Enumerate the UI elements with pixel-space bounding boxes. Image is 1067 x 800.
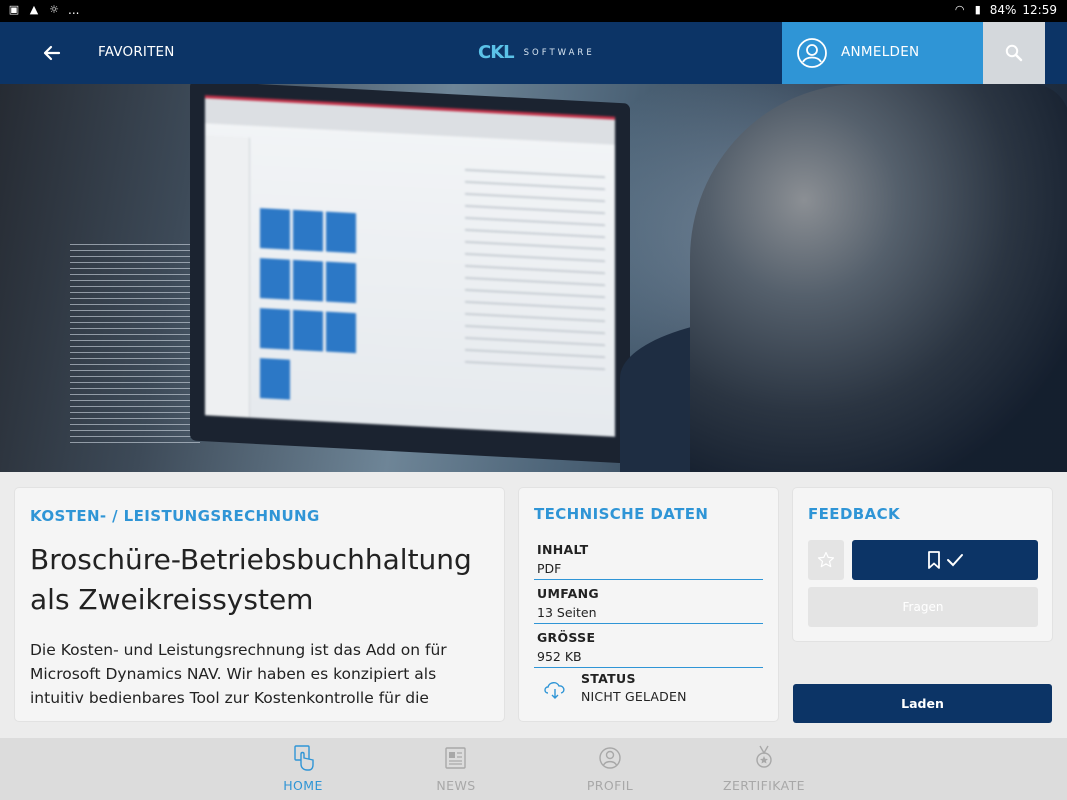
bookmark-check-icon (928, 551, 963, 569)
download-status: STATUS NICHT GELADEN (534, 670, 763, 710)
star-icon (817, 551, 835, 568)
profile-icon (599, 747, 621, 769)
tech-row-content: INHALT PDF (534, 538, 763, 580)
image-notification-icon: ▣ (8, 3, 20, 16)
logo-text: SOFTWARE (523, 47, 595, 58)
login-label: ANMELDEN (841, 44, 920, 60)
battery-percentage: 84% (989, 3, 1017, 17)
favorites-link[interactable]: FAVORITEN (98, 44, 175, 60)
category-label: KOSTEN- / LEISTUNGSRECHNUNG (30, 507, 320, 525)
tech-key: INHALT (537, 542, 589, 557)
search-icon (1005, 44, 1023, 62)
ckl-software-logo: CKL SOFTWARE (478, 42, 595, 63)
nav-label-certificates: ZERTIFIKATE (723, 778, 805, 793)
document-description: Die Kosten- und Leistungsrechnung ist da… (30, 641, 447, 707)
technical-data-heading: TECHNISCHE DATEN (534, 505, 709, 523)
tech-row-size-pages: UMFANG 13 Seiten (534, 582, 763, 624)
screen-illustration (205, 95, 615, 437)
status-key: STATUS (581, 671, 636, 686)
more-notifications: ... (68, 3, 80, 17)
technical-data-card: TECHNISCHE DATEN INHALT PDF UMFANG 13 Se… (519, 488, 778, 721)
touch-hand-icon (294, 745, 314, 771)
tech-key: GRÖSSE (537, 630, 596, 645)
medal-icon (756, 745, 772, 768)
nav-item-news[interactable]: NEWS (396, 738, 516, 800)
status-value: NICHT GELADEN (581, 689, 687, 704)
feedback-card: FEEDBACK Fragen (793, 488, 1052, 641)
document-info-card: KOSTEN- / LEISTUNGSRECHNUNG Broschüre-Be… (15, 488, 504, 721)
tech-key: UMFANG (537, 586, 599, 601)
clock: 12:59 (1022, 3, 1057, 17)
cloud-download-icon (544, 682, 565, 699)
login-button[interactable]: ANMELDEN (782, 22, 983, 84)
wifi-icon: ◠ (954, 3, 965, 16)
logo-mark: CKL (478, 42, 515, 63)
nav-item-certificates[interactable]: ZERTIFIKATE (704, 738, 824, 800)
user-icon (797, 38, 827, 68)
rate-star-button[interactable] (808, 540, 844, 580)
document-title: Broschüre-Betriebsbuchhaltung als Zweikr… (30, 543, 472, 616)
bookmark-button[interactable] (852, 540, 1038, 580)
person-illustration (690, 84, 1067, 472)
nav-label-profile: PROFIL (586, 778, 634, 793)
search-button[interactable] (983, 22, 1045, 84)
brightness-notification-icon: ☼ (49, 3, 59, 16)
system-status-bar: ▣ ▲ ☼ ... ◠ ▮ 84% 12:59 (0, 0, 1067, 22)
top-app-bar: FAVORITEN CKL SOFTWARE ANMELDEN (0, 22, 1067, 84)
nav-label-home: HOME (283, 778, 323, 793)
nav-label-news: NEWS (436, 778, 476, 793)
newspaper-icon (445, 747, 466, 769)
back-button[interactable] (36, 38, 68, 68)
ask-question-button[interactable]: Fragen (808, 587, 1038, 627)
battery-icon: ▮ (974, 3, 981, 16)
bottom-navigation: HOME NEWS PROFIL ZERTIFIKATE (0, 738, 1067, 800)
tech-row-file-size: GRÖSSE 952 KB (534, 626, 763, 668)
nav-item-profile[interactable]: PROFIL (550, 738, 670, 800)
hero-image (0, 84, 1067, 472)
feedback-heading: FEEDBACK (808, 505, 901, 523)
warning-notification-icon: ▲ (29, 3, 39, 16)
tech-value: PDF (537, 561, 562, 576)
tech-value: 952 KB (537, 649, 582, 664)
arrow-left-icon (43, 45, 61, 61)
tech-value: 13 Seiten (537, 605, 597, 620)
load-button[interactable]: Laden (793, 684, 1052, 723)
nav-item-home[interactable]: HOME (243, 738, 363, 800)
